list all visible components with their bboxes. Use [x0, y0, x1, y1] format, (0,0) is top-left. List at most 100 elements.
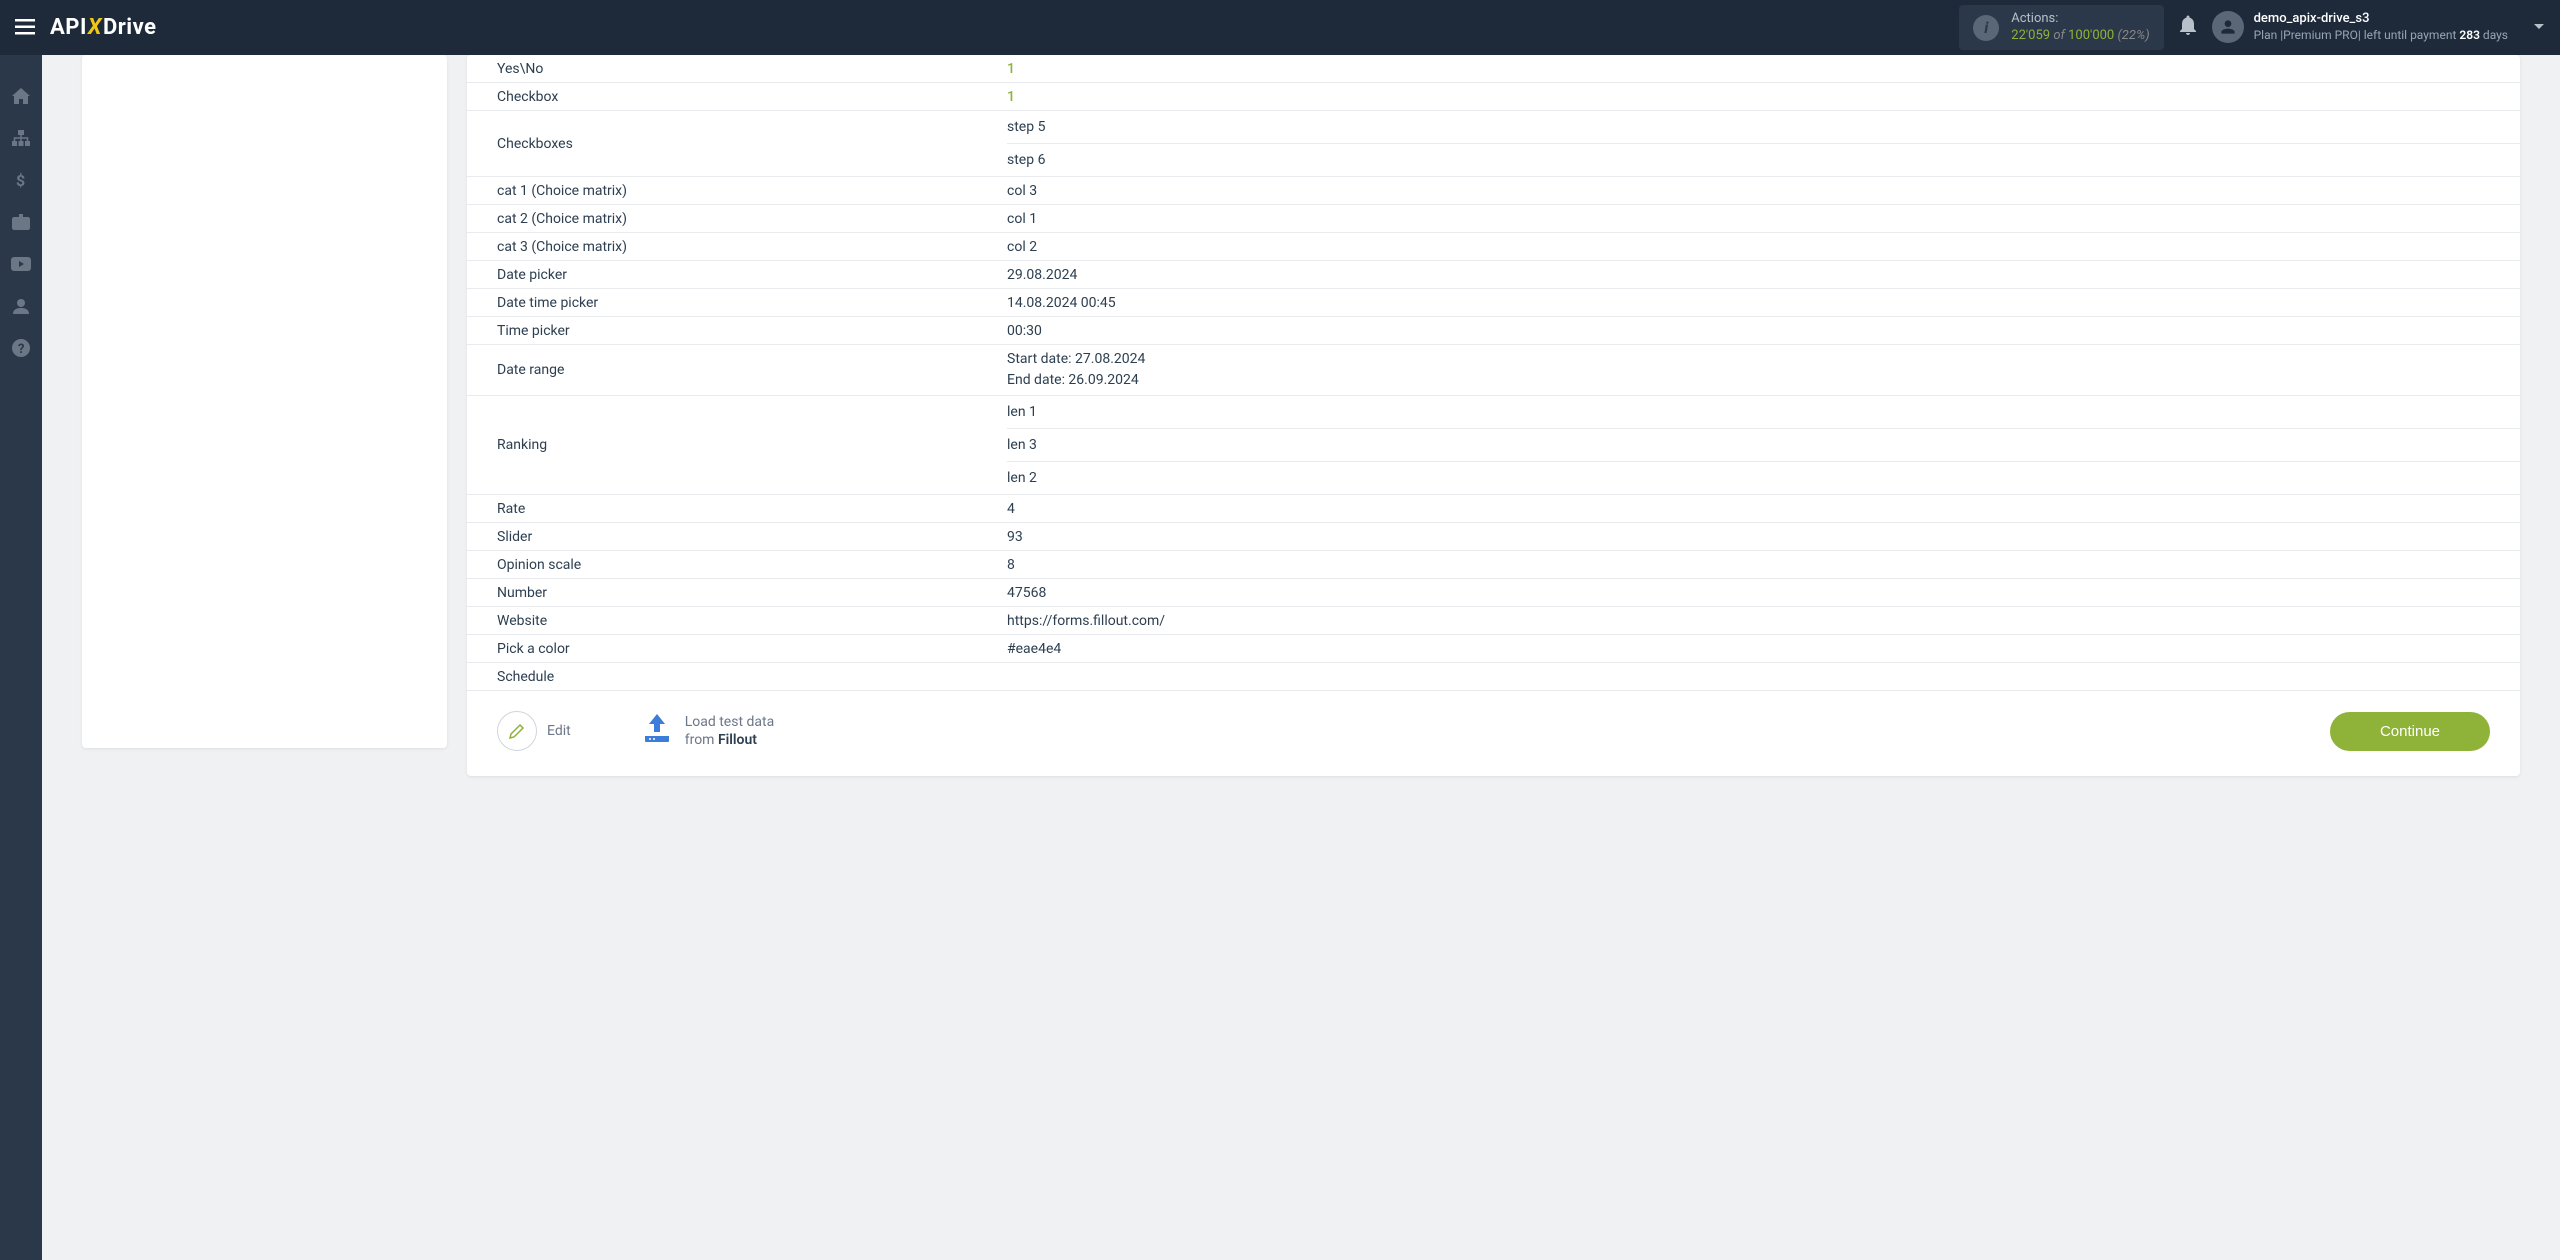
- table-row: Date time picker 14.08.2024 00:45: [467, 289, 2520, 317]
- logo-api: API: [50, 15, 87, 40]
- row-value: 4: [1007, 501, 2490, 517]
- row-value-item: step 6: [1007, 144, 2520, 176]
- svg-text:$: $: [16, 171, 25, 189]
- actions-label: Actions:: [2011, 11, 2149, 28]
- table-row: Opinion scale 8: [467, 551, 2520, 579]
- row-value: #eae4e4: [1007, 641, 2490, 657]
- table-row: Yes\No 1: [467, 55, 2520, 83]
- info-icon: i: [1973, 15, 1999, 41]
- table-row: Pick a color #eae4e4: [467, 635, 2520, 663]
- table-row: Time picker 00:30: [467, 317, 2520, 345]
- row-label: Schedule: [497, 669, 1007, 685]
- row-label: Number: [497, 585, 1007, 601]
- table-row: Number 47568: [467, 579, 2520, 607]
- notifications-bell-icon[interactable]: [2179, 15, 2197, 40]
- row-value: 14.08.2024 00:45: [1007, 295, 2490, 311]
- table-row: Date picker 29.08.2024: [467, 261, 2520, 289]
- table-row: Date range Start date: 27.08.2024 End da…: [467, 345, 2520, 396]
- download-icon: [641, 712, 673, 751]
- chevron-down-icon: [2533, 20, 2545, 34]
- sidebar-help-icon[interactable]: ?: [0, 327, 42, 369]
- data-table: Yes\No 1 Checkbox 1 Checkboxes step 5 st…: [467, 55, 2520, 691]
- sidebar-dollar-icon[interactable]: $: [0, 159, 42, 201]
- logo[interactable]: APIXDrive: [50, 15, 157, 40]
- row-label: Ranking: [497, 396, 1007, 494]
- row-value: col 1: [1007, 211, 2490, 227]
- edit-label: Edit: [547, 723, 571, 739]
- row-value: 47568: [1007, 585, 2490, 601]
- actions-counter[interactable]: i Actions: 22'059 of 100'000 (22%): [1959, 5, 2163, 51]
- table-row: cat 1 (Choice matrix) col 3: [467, 177, 2520, 205]
- row-value: col 3: [1007, 183, 2490, 199]
- row-value: 29.08.2024: [1007, 267, 2490, 283]
- svg-text:?: ?: [18, 342, 24, 357]
- table-row: Website https://forms.fillout.com/: [467, 607, 2520, 635]
- row-value: 1: [1007, 89, 2490, 105]
- table-row: Slider 93: [467, 523, 2520, 551]
- row-label: Date time picker: [497, 295, 1007, 311]
- row-label: Yes\No: [497, 61, 1007, 77]
- edit-button[interactable]: Edit: [497, 711, 571, 751]
- row-value: https://forms.fillout.com/: [1007, 613, 2490, 629]
- sidebar-sitemap-icon[interactable]: [0, 117, 42, 159]
- continue-button[interactable]: Continue: [2330, 712, 2490, 751]
- bottom-actions: Edit Load test data from Fillout Continu…: [467, 691, 2520, 751]
- user-name: demo_apix-drive_s3: [2254, 11, 2508, 28]
- row-label: Rate: [497, 501, 1007, 517]
- row-label: Time picker: [497, 323, 1007, 339]
- sidebar: $ ?: [0, 55, 42, 1260]
- sidebar-home-icon[interactable]: [0, 75, 42, 117]
- edit-icon: [497, 711, 537, 751]
- user-avatar-icon: [2212, 11, 2244, 43]
- user-menu[interactable]: demo_apix-drive_s3 Plan |Premium PRO| le…: [2212, 11, 2545, 43]
- row-value: col 2: [1007, 239, 2490, 255]
- logo-drive: Drive: [103, 15, 157, 40]
- row-value: 93: [1007, 529, 2490, 545]
- right-panel: Yes\No 1 Checkbox 1 Checkboxes step 5 st…: [467, 55, 2520, 776]
- row-value: Start date: 27.08.2024 End date: 26.09.2…: [1007, 349, 2490, 391]
- table-row: cat 2 (Choice matrix) col 1: [467, 205, 2520, 233]
- row-value: 8: [1007, 557, 2490, 573]
- row-label: Website: [497, 613, 1007, 629]
- sidebar-user-icon[interactable]: [0, 285, 42, 327]
- load-test-line2: from Fillout: [685, 731, 775, 749]
- row-label: Date picker: [497, 267, 1007, 283]
- row-values: len 1 len 3 len 2: [1007, 396, 2520, 494]
- table-row: Rate 4: [467, 495, 2520, 523]
- row-value-item: len 1: [1007, 396, 2520, 429]
- row-label: cat 2 (Choice matrix): [497, 211, 1007, 227]
- hamburger-menu-icon[interactable]: [15, 16, 35, 40]
- row-value-item: len 3: [1007, 429, 2520, 462]
- row-values: step 5 step 6: [1007, 111, 2520, 176]
- table-row-multi: Checkboxes step 5 step 6: [467, 111, 2520, 177]
- row-value: 00:30: [1007, 323, 2490, 339]
- row-label: Checkbox: [497, 89, 1007, 105]
- sidebar-briefcase-icon[interactable]: [0, 201, 42, 243]
- actions-counts: 22'059 of 100'000 (22%): [2011, 28, 2149, 45]
- row-value-item: step 5: [1007, 111, 2520, 144]
- user-info: demo_apix-drive_s3 Plan |Premium PRO| le…: [2254, 11, 2508, 43]
- top-header: APIXDrive i Actions: 22'059 of 100'000 (…: [0, 0, 2560, 55]
- table-row: Checkbox 1: [467, 83, 2520, 111]
- row-label: Opinion scale: [497, 557, 1007, 573]
- row-value: 1: [1007, 61, 2490, 77]
- row-label: Slider: [497, 529, 1007, 545]
- row-label: Pick a color: [497, 641, 1007, 657]
- logo-x: X: [88, 15, 102, 40]
- table-row: cat 3 (Choice matrix) col 2: [467, 233, 2520, 261]
- row-label: cat 1 (Choice matrix): [497, 183, 1007, 199]
- left-panel: [82, 55, 447, 748]
- main-content: Yes\No 1 Checkbox 1 Checkboxes step 5 st…: [42, 55, 2560, 806]
- user-plan: Plan |Premium PRO| left until payment 28…: [2254, 28, 2508, 44]
- load-test-line1: Load test data: [685, 713, 775, 731]
- actions-text: Actions: 22'059 of 100'000 (22%): [2011, 11, 2149, 45]
- row-label: Date range: [497, 362, 1007, 378]
- sidebar-youtube-icon[interactable]: [0, 243, 42, 285]
- load-test-data-button[interactable]: Load test data from Fillout: [641, 712, 775, 751]
- row-value-item: len 2: [1007, 462, 2520, 494]
- table-row: Schedule: [467, 663, 2520, 691]
- row-label: Checkboxes: [497, 111, 1007, 176]
- row-label: cat 3 (Choice matrix): [497, 239, 1007, 255]
- load-test-text: Load test data from Fillout: [685, 713, 775, 749]
- header-right: i Actions: 22'059 of 100'000 (22%) demo_…: [1959, 5, 2545, 51]
